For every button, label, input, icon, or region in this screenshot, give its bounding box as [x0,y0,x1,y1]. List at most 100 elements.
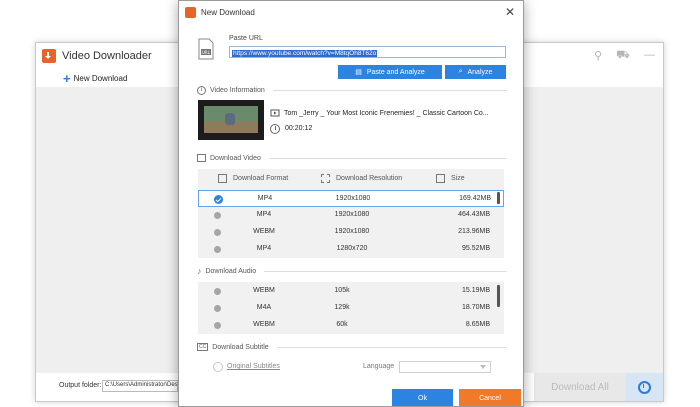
svg-text:URL: URL [202,50,211,55]
key-icon[interactable]: ⚲ [594,49,602,63]
language-label: Language [363,363,395,370]
analyze-label: Analyze [467,68,493,76]
divider [264,270,507,272]
radio-button[interactable] [214,212,221,219]
divider [268,157,507,159]
main-window-controls: ⚲ ⛟ — [594,49,655,63]
alarm-clock-icon [638,380,651,394]
row-format: MP4 [257,195,273,202]
minimize-icon[interactable]: — [644,49,655,63]
size-column-header: Size [436,174,465,183]
download-subtitle-header: CC Download Subtitle [197,342,507,352]
row-bitrate: 129k [334,304,350,311]
video-row[interactable]: MP4 1920x1080 464.43MB [198,207,504,224]
new-download-button[interactable]: + New Download [63,70,128,86]
plus-icon: + [63,70,71,86]
radio-button[interactable] [214,322,221,329]
video-information-header: i Video Information [197,85,507,95]
format-column-label: Download Format [233,175,289,182]
format-icon [218,174,227,183]
download-audio-heading: Download Audio [205,267,257,275]
main-window-title: Video Downloader [62,50,152,62]
cancel-button[interactable]: Cancel [459,389,521,406]
row-size: 464.43MB [458,211,490,218]
divider [276,346,507,348]
checkmark-icon[interactable] [214,195,223,204]
app-logo-icon [42,49,56,63]
new-download-label: New Download [73,74,128,83]
download-video-header: Download Video [197,153,507,163]
radio-button[interactable] [214,246,221,253]
row-resolution: 1920x1080 [335,195,371,202]
row-resolution: 1280x720 [336,245,368,252]
video-format-table: Download Format Download Resolution Size… [198,169,504,258]
video-row[interactable]: MP4 1920x1080 169.42MB [198,190,504,207]
row-size: 213.96MB [458,228,490,235]
search-icon: ⌕ [458,68,463,75]
audio-format-table: WEBM 105k 15.19MB M4A 129k 18.70MB WEBM … [198,282,504,334]
audio-row[interactable]: WEBM 60k 8.65MB [198,317,504,334]
download-subtitle-heading: Download Subtitle [212,343,269,351]
language-select[interactable] [399,361,491,373]
audio-row[interactable]: M4A 129k 18.70MB [198,300,504,317]
resolution-column-header: Download Resolution [321,174,402,183]
chevron-down-icon [480,365,486,369]
dialog-title: New Download [201,8,255,17]
url-input[interactable]: https://www.youtube.com/watch?v=M8tqOh8T… [229,46,506,58]
audio-row[interactable]: WEBM 105k 15.19MB [198,283,504,300]
row-bitrate: 105k [334,287,350,294]
video-icon [197,154,206,162]
analyze-button[interactable]: ⌕ Analyze [445,65,506,79]
divider [272,89,507,91]
row-resolution: 1920x1080 [334,211,370,218]
row-size: 18.70MB [461,304,490,311]
audio-table-scrollbar[interactable] [497,285,500,307]
clock-icon [270,124,280,134]
size-column-label: Size [451,175,465,182]
output-folder-field[interactable]: C:\Users\Administrator\Desk [102,380,178,392]
row-format: WEBM [253,321,275,328]
video-information-heading: Video Information [210,86,265,94]
format-column-header: Download Format [218,174,288,183]
video-table-scrollbar[interactable] [497,192,500,204]
dialog-title-bar: New Download ✕ [179,1,523,25]
row-resolution: 1920x1080 [334,228,370,235]
download-video-heading: Download Video [210,154,261,162]
url-input-value: https://www.youtube.com/watch?v=M8tqOh8T… [232,50,378,57]
radio-button[interactable] [214,229,221,236]
original-subtitles-link[interactable]: Original Subtitles [227,363,280,370]
radio-button[interactable] [214,288,221,295]
thumbnail-character [225,113,235,125]
info-icon: i [197,85,206,95]
download-audio-header: ♪ Download Audio [197,266,507,276]
video-file-icon [270,109,280,117]
video-row[interactable]: MP4 1280x720 95.52MB [198,241,504,258]
row-format: WEBM [253,287,275,294]
row-size: 95.52MB [461,245,490,252]
cart-icon[interactable]: ⛟ [616,49,630,63]
size-icon [436,174,445,183]
subtitle-cc-icon: CC [197,343,209,351]
original-subtitles-radio[interactable] [213,362,223,372]
radio-button[interactable] [214,305,221,312]
row-format: M4A [256,304,272,311]
row-size: 169.42MB [459,195,491,202]
video-row[interactable]: WEBM 1920x1080 213.96MB [198,224,504,241]
output-folder-label: Output folder: [59,382,102,389]
row-format: MP4 [256,211,272,218]
ok-button[interactable]: Ok [392,389,453,406]
paste-and-analyze-button[interactable]: ▤ Paste and Analyze [338,65,442,79]
close-icon[interactable]: ✕ [505,5,515,19]
row-size: 15.19MB [461,287,490,294]
url-file-icon: URL [198,38,214,60]
resolution-icon [321,174,330,183]
row-bitrate: 60k [336,321,348,328]
clipboard-icon: ▤ [355,69,362,76]
paste-and-analyze-label: Paste and Analyze [366,68,425,76]
row-format: WEBM [253,228,275,235]
video-title: Tom _Jerry _ Your Most Iconic Frenemies!… [284,110,489,117]
dialog-logo-icon [185,7,196,18]
download-all-button[interactable]: Download All [534,373,626,401]
alarm-button[interactable] [626,373,663,401]
video-duration: 00:20:12 [285,125,313,132]
